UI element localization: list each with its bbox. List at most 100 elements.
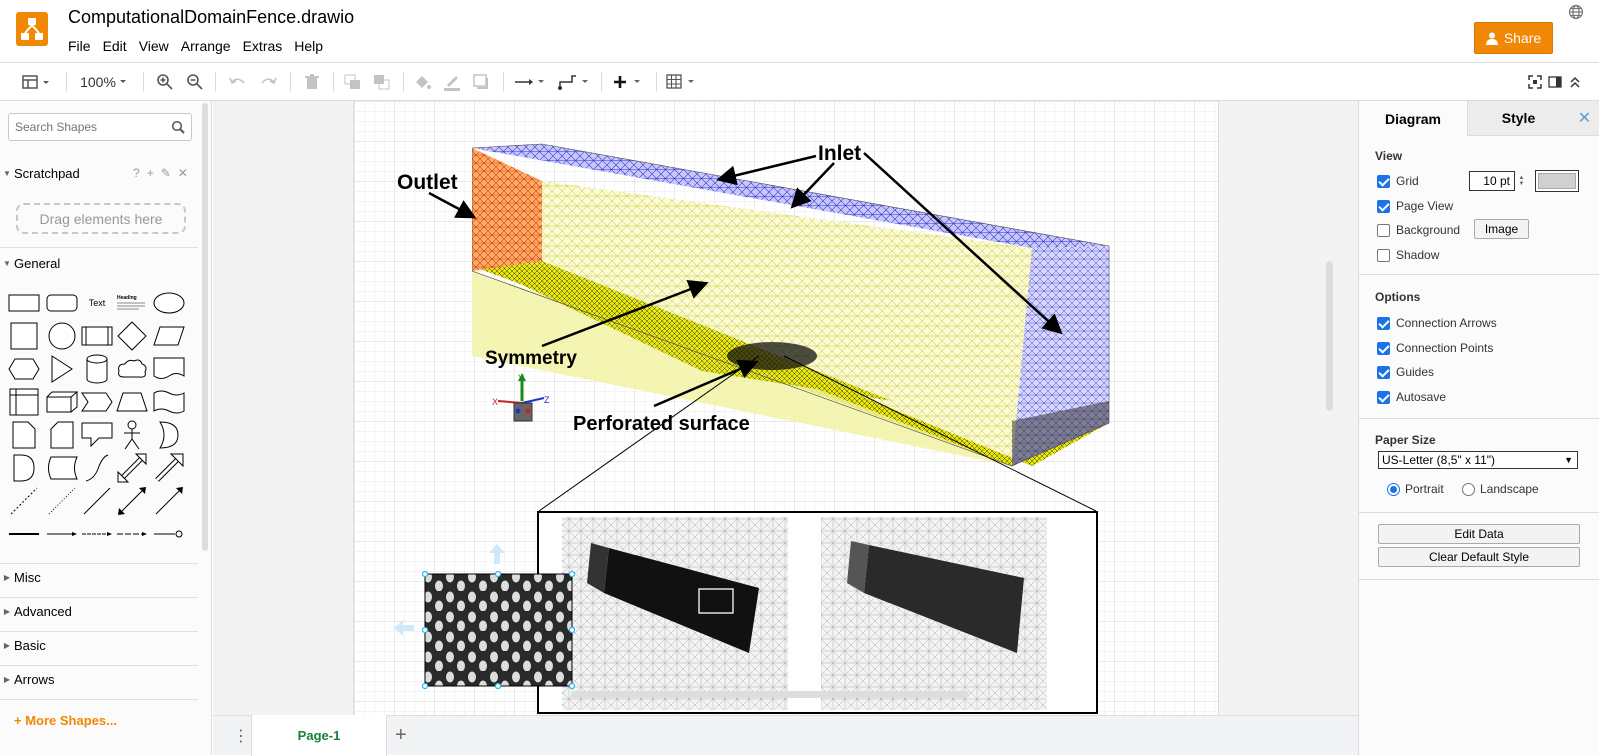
guides-option[interactable]: Guides <box>1377 365 1434 379</box>
shape-step[interactable] <box>79 385 115 418</box>
zoomed-mesh-image[interactable] <box>537 511 1098 714</box>
more-shapes-button[interactable]: + More Shapes... <box>14 713 117 728</box>
shape-association-link[interactable] <box>151 517 187 550</box>
guides-checkbox[interactable] <box>1377 365 1390 379</box>
page-view-checkbox[interactable] <box>1377 199 1390 213</box>
waypoint-style-icon[interactable] <box>557 70 593 94</box>
arrows-header[interactable]: ▶ Arrows <box>0 665 198 693</box>
shape-bidirectional-arrow[interactable] <box>114 451 150 484</box>
background-option[interactable]: Background <box>1377 223 1460 237</box>
label-symmetry[interactable]: Symmetry <box>485 348 577 370</box>
shape-trapezoid[interactable] <box>114 385 150 418</box>
menu-arrange[interactable]: Arrange <box>181 38 239 54</box>
background-checkbox[interactable] <box>1377 223 1390 237</box>
general-header[interactable]: ▼ General <box>0 249 198 277</box>
shadow-icon[interactable] <box>472 70 492 94</box>
portrait-option[interactable]: Portrait <box>1387 482 1444 496</box>
shape-cube[interactable] <box>44 385 80 418</box>
tab-style[interactable]: Style <box>1467 101 1569 136</box>
shape-diamond[interactable] <box>114 319 150 352</box>
shape-or[interactable] <box>151 418 187 451</box>
connect-arrow-left-icon[interactable] <box>392 618 416 638</box>
search-icon[interactable] <box>171 120 185 137</box>
misc-header[interactable]: ▶ Misc <box>0 563 198 591</box>
connect-arrow-up-icon[interactable] <box>487 542 507 566</box>
autosave-option[interactable]: Autosave <box>1377 390 1446 404</box>
shape-note[interactable] <box>6 418 42 451</box>
shape-square[interactable] <box>6 319 42 352</box>
format-panel-toggle-icon[interactable] <box>20 70 54 94</box>
fullscreen-icon[interactable] <box>1527 70 1543 94</box>
shape-text[interactable]: Text <box>79 286 115 319</box>
shadow-option[interactable]: Shadow <box>1377 248 1439 262</box>
shape-dotted-arrow-link[interactable] <box>114 517 150 550</box>
vertical-scrollbar[interactable] <box>1326 261 1333 411</box>
grid-checkbox[interactable] <box>1377 174 1390 188</box>
toggle-panel-icon[interactable] <box>1547 70 1563 94</box>
shape-arrow-link[interactable] <box>44 517 80 550</box>
menu-extras[interactable]: Extras <box>243 38 291 54</box>
redo-icon[interactable] <box>258 70 278 94</box>
diagram-page[interactable]: Outlet Inlet Symmetry Perforated surface… <box>353 101 1219 715</box>
edit-data-button[interactable]: Edit Data <box>1378 524 1580 544</box>
shadow-checkbox[interactable] <box>1377 248 1390 262</box>
table-insert-icon[interactable] <box>665 70 701 94</box>
label-perforated-surface[interactable]: Perforated surface <box>573 413 750 436</box>
shape-block-arrow[interactable] <box>151 451 187 484</box>
connection-style-icon[interactable] <box>513 70 549 94</box>
share-button[interactable]: Share <box>1474 22 1553 54</box>
shape-rounded-rectangle[interactable] <box>44 286 80 319</box>
shape-dashed-line[interactable] <box>6 484 42 517</box>
shape-rectangle[interactable] <box>6 286 42 319</box>
shape-data-storage[interactable] <box>44 451 80 484</box>
insert-plus-icon[interactable] <box>611 70 647 94</box>
scratchpad-edit-icon[interactable]: ✎ <box>161 166 171 180</box>
autosave-checkbox[interactable] <box>1377 390 1390 404</box>
grid-size-spinner[interactable]: ▲ ▼ <box>1516 171 1527 191</box>
label-inlet[interactable]: Inlet <box>818 142 861 166</box>
connection-arrows-option[interactable]: Connection Arrows <box>1377 316 1497 330</box>
shape-line[interactable] <box>79 484 115 517</box>
background-image-button[interactable]: Image <box>1474 219 1529 239</box>
advanced-header[interactable]: ▶ Advanced <box>0 597 198 625</box>
shape-callout[interactable] <box>79 418 115 451</box>
close-panel-icon[interactable]: ✕ <box>1569 101 1599 136</box>
landscape-radio[interactable] <box>1462 482 1475 496</box>
zoom-dropdown[interactable]: 100% <box>76 70 134 94</box>
grid-option[interactable]: Grid <box>1377 174 1419 188</box>
menu-file[interactable]: File <box>68 38 99 54</box>
collapse-icon[interactable] <box>1567 70 1583 94</box>
diagram-canvas[interactable]: Outlet Inlet Symmetry Perforated surface… <box>213 101 1358 715</box>
shape-ellipse[interactable] <box>151 286 187 319</box>
shape-thick-link[interactable] <box>6 517 42 550</box>
menu-help[interactable]: Help <box>294 38 331 54</box>
zoom-in-icon[interactable] <box>155 70 175 94</box>
scratchpad-drop-area[interactable]: Drag elements here <box>16 203 186 234</box>
scratchpad-close-icon[interactable]: ✕ <box>178 166 188 180</box>
connection-arrows-checkbox[interactable] <box>1377 316 1390 330</box>
shape-actor[interactable] <box>114 418 150 451</box>
shape-process[interactable] <box>79 319 115 352</box>
drawio-logo-icon[interactable] <box>16 12 48 46</box>
shape-hexagon[interactable] <box>6 352 42 385</box>
shape-document[interactable] <box>151 352 187 385</box>
shape-card[interactable] <box>44 418 80 451</box>
search-box[interactable] <box>8 113 192 141</box>
scratchpad-help-icon[interactable]: ? <box>133 166 140 180</box>
label-outlet[interactable]: Outlet <box>397 171 458 195</box>
to-front-icon[interactable] <box>343 70 363 94</box>
grid-size-input[interactable]: 10 pt <box>1469 171 1515 191</box>
shape-cloud[interactable] <box>114 352 150 385</box>
page-tab[interactable]: Page-1 <box>251 715 387 756</box>
shape-cylinder[interactable] <box>79 352 115 385</box>
shape-directional-connector[interactable] <box>151 484 187 517</box>
shape-circle[interactable] <box>44 319 80 352</box>
paper-size-select[interactable]: US-Letter (8,5" x 11") ▼ <box>1378 451 1578 469</box>
shape-triangle[interactable] <box>44 352 80 385</box>
shape-parallelogram[interactable] <box>151 319 187 352</box>
shape-delay[interactable] <box>6 451 42 484</box>
search-input[interactable] <box>15 120 165 134</box>
shape-tape[interactable] <box>151 385 187 418</box>
portrait-radio[interactable] <box>1387 482 1400 496</box>
horizontal-scrollbar[interactable] <box>571 691 969 698</box>
